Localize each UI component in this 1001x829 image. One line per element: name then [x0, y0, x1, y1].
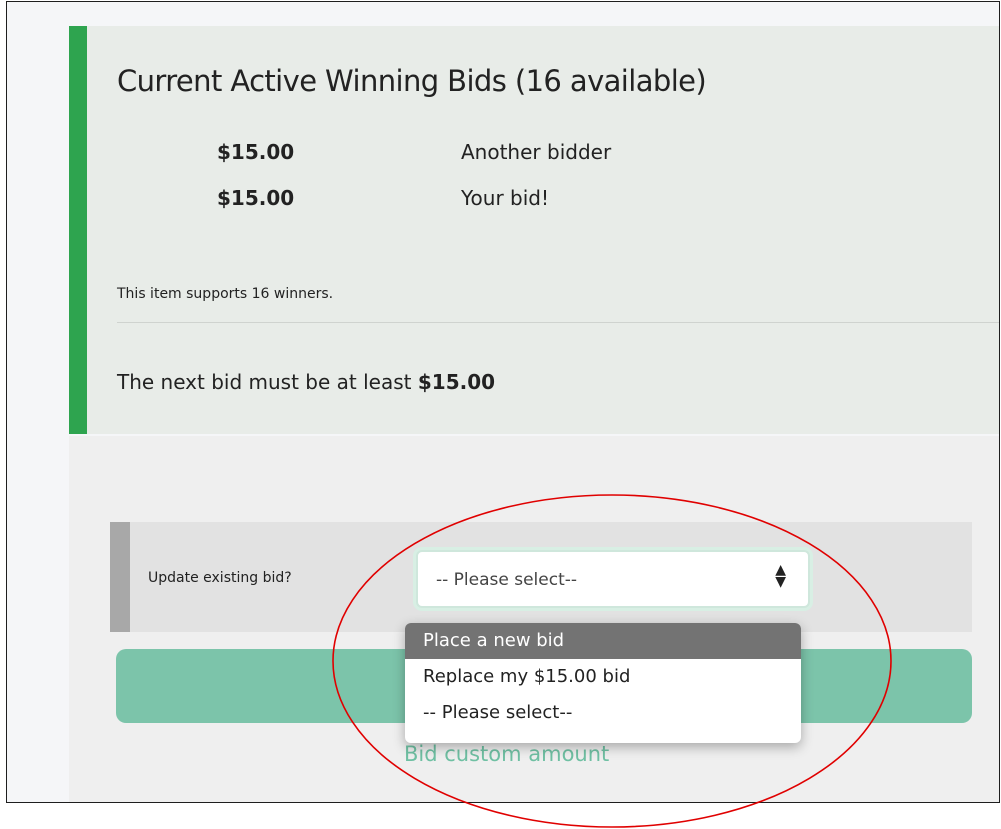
update-bid-box: Update existing bid? -- Please select-- …	[110, 522, 972, 632]
winners-note: This item supports 16 winners.	[117, 286, 334, 302]
panel-divider	[117, 322, 999, 323]
option-place-new-bid[interactable]: Place a new bid	[405, 623, 801, 659]
panel-title: Current Active Winning Bids (16 availabl…	[117, 64, 707, 98]
select-dropdown-menu: Place a new bid Replace my $15.00 bid --…	[405, 623, 801, 743]
bidder-label: Another bidder	[461, 140, 612, 164]
option-replace-bid[interactable]: Replace my $15.00 bid	[405, 659, 801, 695]
update-bid-select[interactable]: -- Please select-- ▲ ▼	[416, 550, 810, 608]
bidder-label: Your bid!	[461, 186, 550, 210]
next-bid-amount: $15.00	[417, 370, 496, 394]
winning-bids-panel: Current Active Winning Bids (16 availabl…	[69, 26, 999, 434]
bid-custom-amount-link[interactable]: Bid custom amount	[404, 742, 609, 766]
next-bid-prefix: The next bid must be at least	[117, 370, 412, 394]
select-value: -- Please select--	[436, 570, 578, 590]
next-bid-text: The next bid must be at least $15.00	[117, 370, 495, 394]
bid-amount: $15.00	[217, 140, 295, 164]
bid-amount: $15.00	[217, 186, 295, 210]
select-arrows-icon: ▲ ▼	[775, 562, 786, 590]
update-bid-label: Update existing bid?	[148, 570, 292, 586]
option-please-select[interactable]: -- Please select--	[405, 695, 801, 731]
